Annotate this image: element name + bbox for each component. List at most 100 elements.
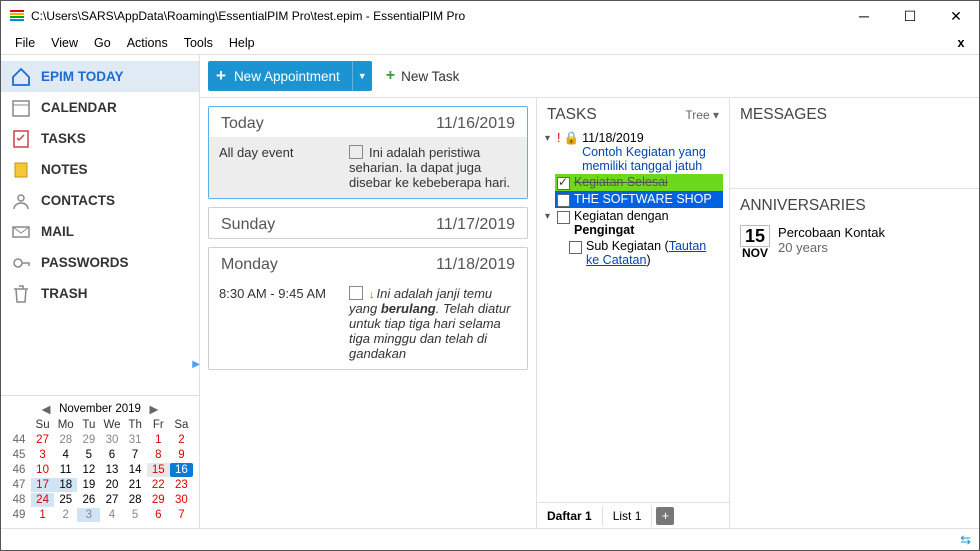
cal-day[interactable]: 31	[124, 433, 147, 447]
sidebar-item-contacts[interactable]: CONTACTS	[1, 185, 199, 216]
cal-day[interactable]: 28	[124, 493, 147, 507]
today-block[interactable]: Today 11/16/2019 All day event Ini adala…	[208, 106, 528, 199]
tasks-view-dropdown[interactable]: Tree ▾	[685, 108, 719, 122]
menu-actions[interactable]: Actions	[119, 36, 176, 50]
tree-toggle[interactable]: ▾	[545, 209, 557, 222]
cal-day[interactable]: 30	[170, 493, 193, 507]
cal-next-button[interactable]: ▶	[147, 402, 161, 416]
trash-icon	[11, 284, 31, 304]
cal-day[interactable]: 11	[54, 463, 77, 477]
add-task-list-button[interactable]: +	[656, 507, 674, 525]
cal-day[interactable]: 4	[100, 508, 123, 522]
cal-day[interactable]: 29	[147, 493, 170, 507]
close-button[interactable]: ✕	[933, 1, 979, 31]
cal-day[interactable]: 14	[124, 463, 147, 477]
cal-day[interactable]: 20	[100, 478, 123, 492]
task-text[interactable]: Kegiatan dengan Pengingat	[574, 209, 721, 237]
task-checkbox[interactable]	[569, 241, 582, 254]
cal-day[interactable]: 13	[100, 463, 123, 477]
sidebar-item-tasks[interactable]: TASKS	[1, 123, 199, 154]
sidebar-item-passwords[interactable]: PASSWORDS	[1, 247, 199, 278]
new-appointment-button[interactable]: +New Appointment ▼	[208, 61, 372, 91]
task-tab[interactable]: Daftar 1	[537, 506, 603, 526]
sunday-block[interactable]: Sunday 11/17/2019	[208, 207, 528, 239]
event-checkbox[interactable]	[349, 286, 363, 300]
task-checkbox[interactable]	[557, 211, 570, 224]
cal-day[interactable]: 5	[77, 448, 100, 462]
cal-day[interactable]: 9	[170, 448, 193, 462]
cal-day[interactable]: 30	[100, 433, 123, 447]
cal-day[interactable]: 15	[147, 463, 170, 477]
tree-toggle[interactable]: ▾	[545, 131, 557, 144]
minimize-button[interactable]: ─	[841, 1, 887, 31]
titlebar: C:\Users\SARS\AppData\Roaming\EssentialP…	[1, 1, 979, 31]
task-text[interactable]: Sub Kegiatan (Tautan ke Catatan)	[586, 239, 721, 267]
tasks-column: TASKS Tree ▾ ▾ ! 🔒 11/18/2019Contoh Kegi…	[537, 98, 730, 528]
event-checkbox[interactable]	[349, 145, 363, 159]
menu-go[interactable]: Go	[86, 36, 119, 50]
cal-day[interactable]: 6	[100, 448, 123, 462]
sidebar-label: TASKS	[41, 131, 86, 146]
task-tab[interactable]: List 1	[603, 506, 653, 526]
cal-day[interactable]: 27	[31, 433, 54, 447]
day-label: Monday	[221, 256, 278, 274]
cal-day[interactable]: 27	[100, 493, 123, 507]
cal-day[interactable]: 24	[31, 493, 54, 507]
cal-day[interactable]: 3	[77, 508, 100, 522]
maximize-button[interactable]: ☐	[887, 1, 933, 31]
cal-day[interactable]: 1	[147, 433, 170, 447]
sidebar-label: PASSWORDS	[41, 255, 129, 270]
cal-day[interactable]: 7	[170, 508, 193, 522]
cal-day[interactable]: 2	[170, 433, 193, 447]
cal-day[interactable]: 4	[54, 448, 77, 462]
mini-calendar[interactable]: ◀ November 2019 ▶ SuMoTuWeThFrSa44272829…	[1, 395, 199, 528]
cal-day[interactable]: 6	[147, 508, 170, 522]
cal-day[interactable]: 8	[147, 448, 170, 462]
anniversary-item[interactable]: 15 NOV Percobaan Kontak 20 years	[730, 219, 979, 265]
menubar-close-button[interactable]: x	[949, 36, 973, 50]
sidebar-item-calendar[interactable]: CALENDAR	[1, 92, 199, 123]
new-task-button[interactable]: + New Task	[378, 61, 472, 91]
sidebar: EPIM TODAY CALENDAR TASKS NOTES CONTACTS	[1, 55, 200, 528]
cal-day[interactable]: 18	[54, 478, 77, 492]
task-checkbox[interactable]	[557, 177, 570, 190]
cal-day[interactable]: 23	[170, 478, 193, 492]
sidebar-item-trash[interactable]: TRASH	[1, 278, 199, 309]
cal-day[interactable]: 16	[170, 463, 193, 477]
menu-tools[interactable]: Tools	[176, 36, 221, 50]
cal-day[interactable]: 26	[77, 493, 100, 507]
sidebar-item-notes[interactable]: NOTES	[1, 154, 199, 185]
menu-help[interactable]: Help	[221, 36, 263, 50]
sync-icon[interactable]: ⇆	[960, 532, 971, 548]
cal-day[interactable]: 3	[31, 448, 54, 462]
sidebar-item-epim-today[interactable]: EPIM TODAY	[1, 61, 199, 92]
cal-day[interactable]: 19	[77, 478, 100, 492]
cal-day[interactable]: 29	[77, 433, 100, 447]
sidebar-label: CALENDAR	[41, 100, 117, 115]
cal-day[interactable]: 28	[54, 433, 77, 447]
cal-day[interactable]: 22	[147, 478, 170, 492]
menu-view[interactable]: View	[43, 36, 86, 50]
button-label: New Task	[401, 69, 459, 84]
cal-prev-button[interactable]: ◀	[39, 402, 53, 416]
new-appointment-dropdown[interactable]: ▼	[352, 61, 372, 91]
menu-file[interactable]: File	[7, 36, 43, 50]
cal-day[interactable]: 7	[124, 448, 147, 462]
cal-day[interactable]: 1	[31, 508, 54, 522]
task-text[interactable]: Kegiatan Selesai	[574, 175, 721, 189]
sidebar-collapse-handle[interactable]: ▶	[1, 309, 199, 395]
task-text[interactable]: 11/18/2019Contoh Kegiatan yang memiliki …	[582, 131, 721, 173]
cal-day[interactable]: 2	[54, 508, 77, 522]
cal-day[interactable]: 10	[31, 463, 54, 477]
day-label: Sunday	[221, 216, 275, 234]
cal-day[interactable]: 17	[31, 478, 54, 492]
cal-day[interactable]: 12	[77, 463, 100, 477]
cal-day[interactable]: 5	[124, 508, 147, 522]
cal-day[interactable]: 25	[54, 493, 77, 507]
monday-block[interactable]: Monday 11/18/2019 8:30 AM - 9:45 AM ↓Ini…	[208, 247, 528, 370]
cal-day[interactable]: 21	[124, 478, 147, 492]
task-checkbox[interactable]	[557, 194, 570, 207]
sidebar-item-mail[interactable]: MAIL	[1, 216, 199, 247]
task-text[interactable]: THE SOFTWARE SHOP	[574, 192, 721, 206]
panel-title: MESSAGES	[740, 106, 827, 124]
